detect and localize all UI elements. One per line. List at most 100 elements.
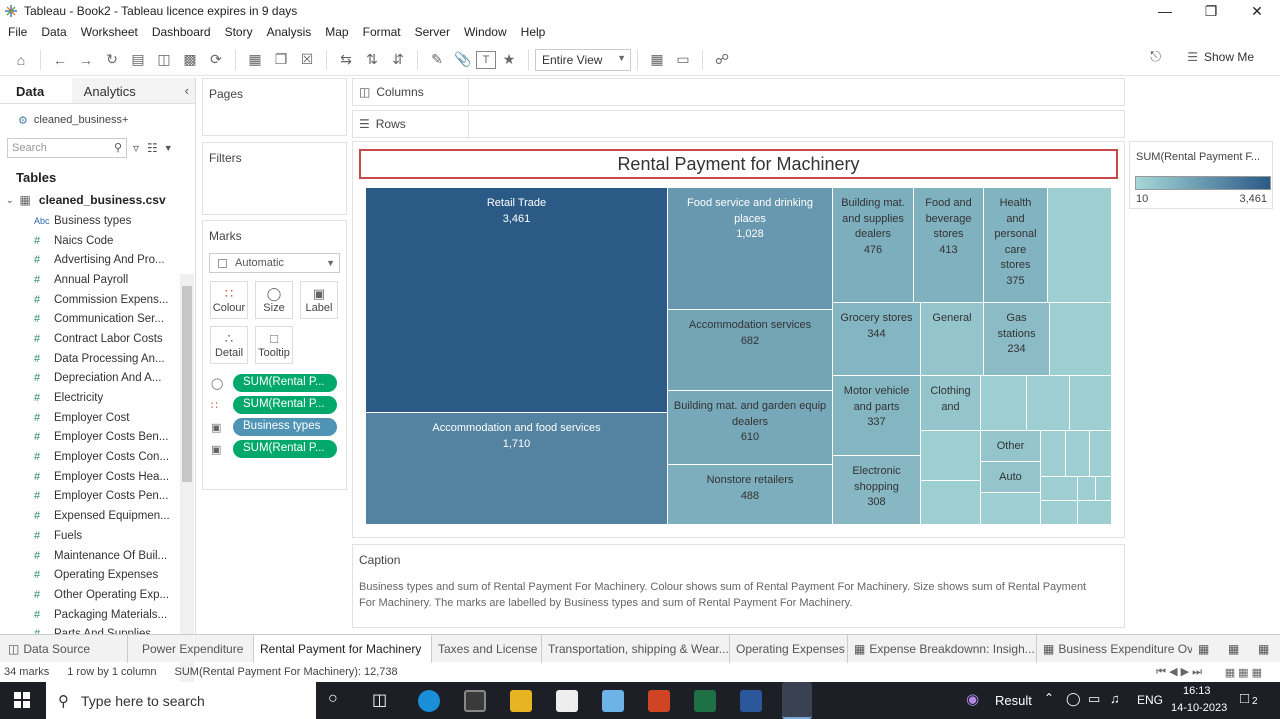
- duplicate-sheet-icon[interactable]: ❐: [268, 48, 294, 72]
- filters-shelf[interactable]: Filters: [202, 142, 347, 215]
- treemap-tile[interactable]: [1041, 431, 1066, 477]
- menu-server[interactable]: Server: [415, 25, 450, 39]
- label-button[interactable]: ▣ Label: [300, 281, 338, 319]
- save-icon[interactable]: ▤: [125, 48, 151, 72]
- treemap-tile[interactable]: Food service and drinking places 1,028: [668, 188, 833, 310]
- field-item[interactable]: # Naics Code: [0, 231, 178, 251]
- treemap-tile[interactable]: Nonstore retailers 488: [668, 465, 833, 525]
- treemap-tile[interactable]: General: [921, 303, 984, 376]
- field-item[interactable]: # Employer Costs Con...: [0, 447, 178, 467]
- edge-icon[interactable]: [418, 690, 440, 712]
- mark-pill[interactable]: SUM(Rental P...: [233, 440, 337, 458]
- expand-chevron-icon[interactable]: ⌄: [6, 195, 14, 206]
- field-item[interactable]: # Fuels: [0, 526, 178, 546]
- treemap-tile[interactable]: [981, 376, 1027, 431]
- treemap-tile[interactable]: Gas stations 234: [984, 303, 1050, 376]
- field-item[interactable]: # Other Operating Exp...: [0, 585, 178, 605]
- presentation-icon[interactable]: ▭: [670, 48, 696, 72]
- word-icon[interactable]: [740, 690, 762, 712]
- show-me-button[interactable]: ⎋ ☰ Show Me: [1150, 48, 1254, 65]
- menu-analysis[interactable]: Analysis: [267, 25, 312, 39]
- restore-button[interactable]: ❐: [1188, 0, 1234, 22]
- field-item[interactable]: # Communication Ser...: [0, 309, 178, 329]
- language-indicator[interactable]: ENG: [1137, 693, 1163, 707]
- treemap-tile[interactable]: [1078, 501, 1112, 525]
- menu-file[interactable]: File: [8, 25, 27, 39]
- fit-select[interactable]: Entire View ▼: [535, 48, 631, 71]
- tab-expense-breakdown[interactable]: ▦ Expense Breakdownn: Insigh...: [848, 634, 1037, 663]
- treemap-tile[interactable]: Health and personal care stores 375: [984, 188, 1048, 303]
- windows-start-icon[interactable]: [14, 692, 30, 708]
- battery-icon[interactable]: ▭: [1088, 691, 1100, 707]
- tab-power-expenditure[interactable]: Power Expenditure: [128, 634, 254, 663]
- tab-data[interactable]: Data: [0, 78, 72, 103]
- field-item[interactable]: # Employer Cost: [0, 408, 178, 428]
- treemap-tile[interactable]: [981, 493, 1041, 525]
- field-item[interactable]: # Advertising And Pro...: [0, 250, 178, 270]
- rows-shelf[interactable]: ☰ Rows: [352, 110, 1125, 138]
- new-datasource-icon[interactable]: ◫: [151, 48, 177, 72]
- columns-shelf[interactable]: ◫ Columns: [352, 78, 1125, 106]
- tab-taxes-license[interactable]: Taxes and License: [432, 634, 542, 663]
- view-options-icon[interactable]: ☷: [147, 141, 158, 155]
- pin-icon[interactable]: ★: [496, 48, 522, 72]
- treemap-tile[interactable]: [921, 431, 981, 481]
- field-item[interactable]: Abc Business types: [0, 211, 178, 231]
- field-item[interactable]: # Packaging Materials...: [0, 605, 178, 625]
- treemap-tile[interactable]: Food and beverage stores 413: [914, 188, 984, 303]
- field-item[interactable]: # Employer Costs Hea...: [0, 467, 178, 487]
- tab-data-source[interactable]: ◫ Data Source: [0, 634, 128, 663]
- collapse-icon[interactable]: ‹: [185, 83, 189, 98]
- treemap-tile[interactable]: Electronic shopping 308: [833, 456, 921, 525]
- colour-legend[interactable]: SUM(Rental Payment F... 10 3,461: [1129, 141, 1273, 209]
- treemap-tile[interactable]: [1078, 477, 1096, 501]
- view-chevron-icon[interactable]: ▼: [164, 143, 173, 153]
- treemap-tile[interactable]: Other: [981, 431, 1041, 462]
- menu-map[interactable]: Map: [325, 25, 348, 39]
- tab-rental-payment[interactable]: Rental Payment for Machinery: [254, 634, 432, 663]
- treemap-tile[interactable]: [1050, 303, 1112, 376]
- menu-help[interactable]: Help: [521, 25, 546, 39]
- treemap-tile[interactable]: [1096, 477, 1112, 501]
- field-item[interactable]: # Data Processing An...: [0, 349, 178, 369]
- menu-worksheet[interactable]: Worksheet: [81, 25, 138, 39]
- detail-button[interactable]: ∴ Detail: [210, 326, 248, 364]
- mail-icon[interactable]: [556, 690, 578, 712]
- treemap-tile[interactable]: Auto: [981, 462, 1041, 493]
- new-worksheet-icon[interactable]: ▦: [242, 48, 268, 72]
- powerpoint-icon[interactable]: [648, 690, 670, 712]
- treemap-tile[interactable]: [1041, 501, 1078, 525]
- taskbar-search[interactable]: ⚲ Type here to search: [46, 682, 316, 719]
- tab-analytics[interactable]: Analytics ‹: [71, 78, 195, 103]
- treemap-tile[interactable]: [1066, 431, 1090, 477]
- chart-title[interactable]: Rental Payment for Machinery: [359, 149, 1118, 179]
- treemap-tile[interactable]: Retail Trade 3,461: [366, 188, 668, 413]
- menu-data[interactable]: Data: [41, 25, 66, 39]
- clear-sheet-icon[interactable]: ☒: [294, 48, 320, 72]
- tableau-taskbar-icon[interactable]: [782, 682, 812, 719]
- new-story-icon[interactable]: ▦: [1252, 635, 1278, 663]
- treemap-tile[interactable]: Motor vehicle and parts 337: [833, 376, 921, 456]
- treemap-tile[interactable]: [1070, 376, 1112, 431]
- share-icon[interactable]: ☍: [709, 48, 735, 72]
- excel-icon[interactable]: [694, 690, 716, 712]
- weather-label[interactable]: Result: [995, 693, 1032, 708]
- treemap-tile[interactable]: Clothing and: [921, 376, 981, 431]
- field-item[interactable]: # Maintenance Of Buil...: [0, 546, 178, 566]
- sort-ascending-icon[interactable]: ⇅: [359, 48, 385, 72]
- tooltip-button[interactable]: □ Tooltip: [255, 326, 293, 364]
- table-item[interactable]: ⌄ ▦ cleaned_business.csv: [0, 185, 195, 207]
- menu-dashboard[interactable]: Dashboard: [152, 25, 211, 39]
- field-item[interactable]: # Annual Payroll: [0, 270, 178, 290]
- tab-transportation[interactable]: Transportation, shipping & Wear...: [542, 634, 730, 663]
- close-window-button[interactable]: ✕: [1234, 0, 1280, 22]
- datasource-item[interactable]: ⚙ cleaned_business+: [0, 104, 195, 130]
- treemap-tile[interactable]: Accommodation and food services 1,710: [366, 413, 668, 525]
- grid-view-icons[interactable]: ▦ ▦ ▦: [1225, 666, 1262, 679]
- clock-date[interactable]: 14-10-2023: [1171, 702, 1227, 714]
- menu-window[interactable]: Window: [464, 25, 507, 39]
- pages-shelf[interactable]: Pages: [202, 78, 347, 136]
- filter-icon[interactable]: ▿: [133, 141, 139, 155]
- treemap-tile[interactable]: Building mat. and garden equip dealers 61…: [668, 391, 833, 465]
- mark-pill[interactable]: Business types: [233, 418, 337, 436]
